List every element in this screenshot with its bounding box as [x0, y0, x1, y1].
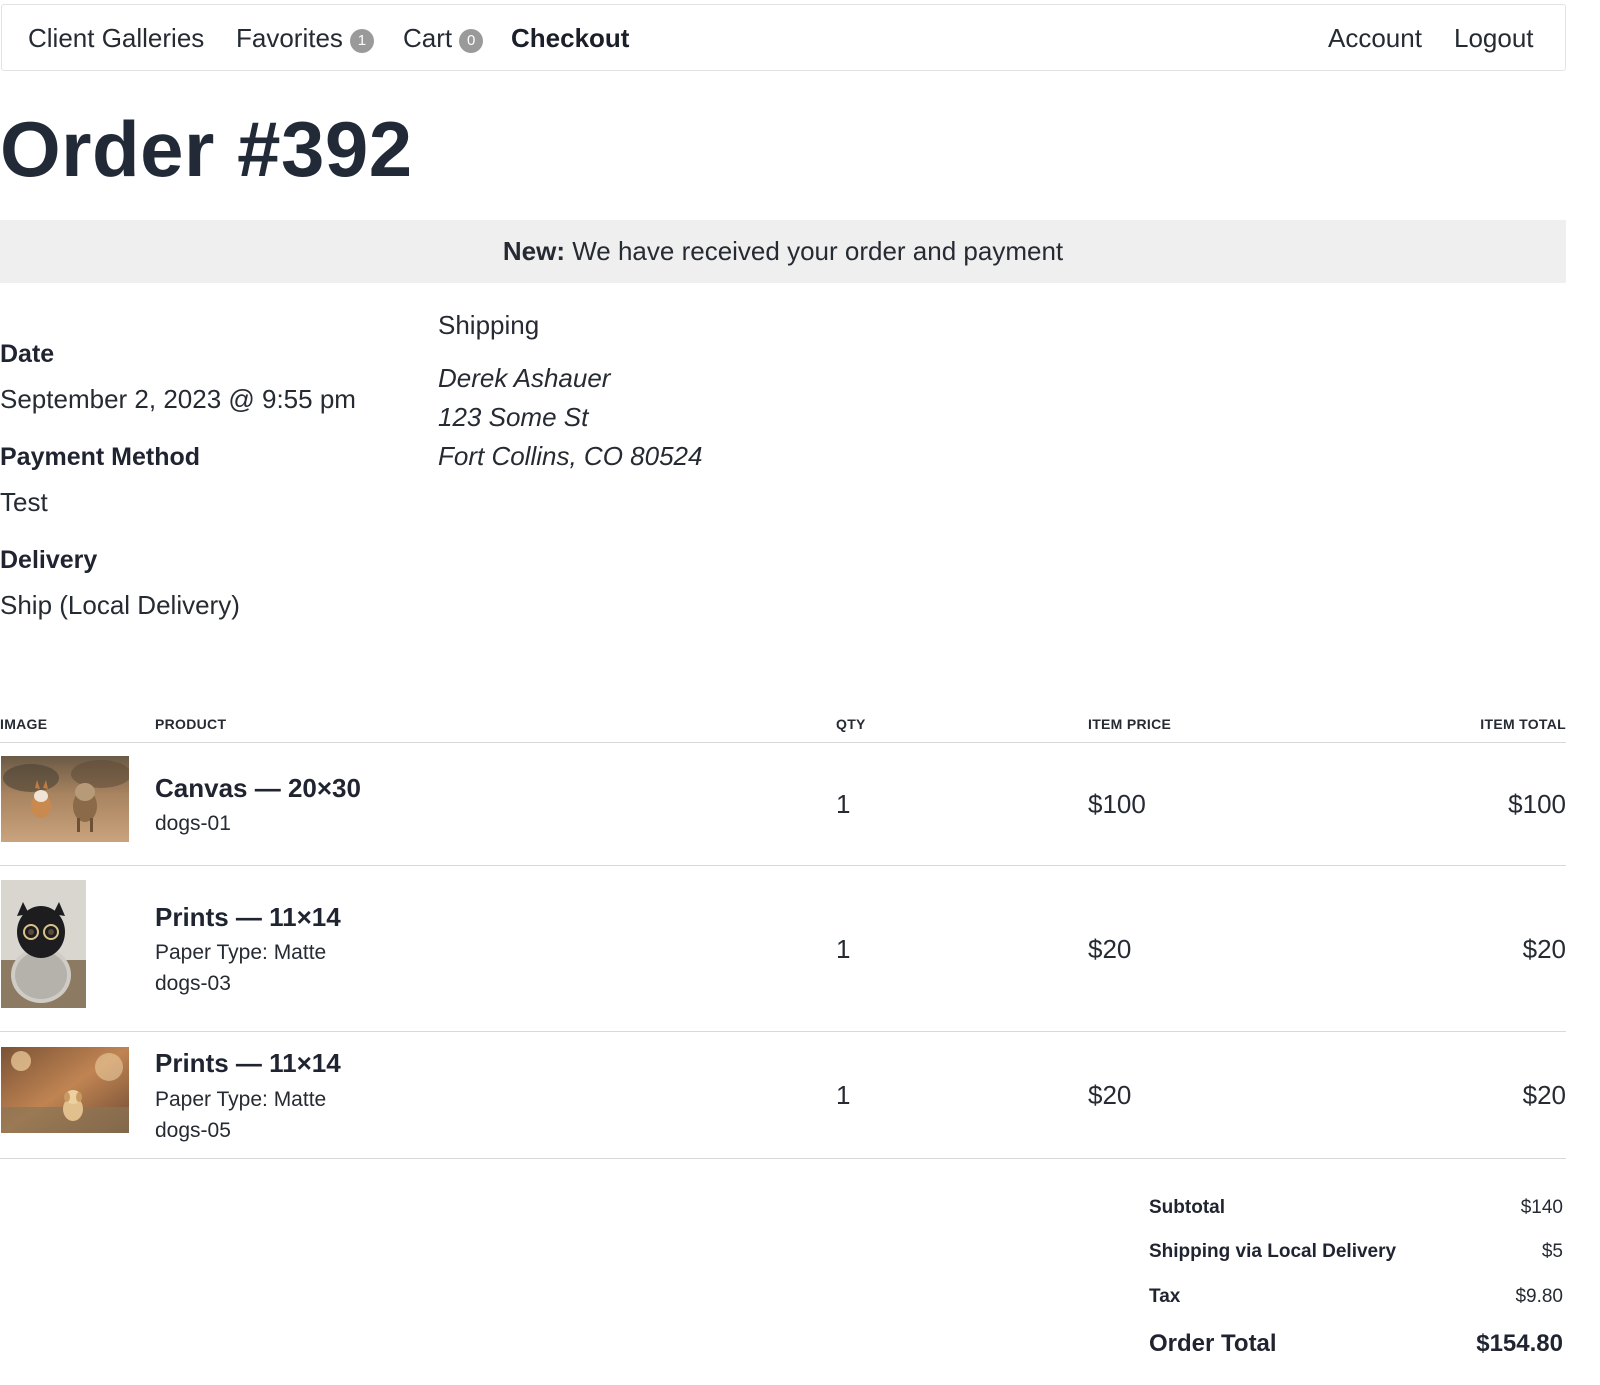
col-header-qty: QTY	[836, 716, 866, 732]
nav-logout-label: Logout	[1454, 23, 1534, 53]
product-option: Paper Type: Matte	[155, 1088, 327, 1111]
header-divider	[0, 742, 1566, 743]
delivery-value: Ship (Local Delivery)	[0, 590, 240, 620]
product-item-price: $100	[1088, 789, 1146, 819]
status-text: We have received your order and payment	[572, 236, 1064, 266]
status-label: New:	[502, 236, 565, 266]
product-name: Prints — 11×14	[155, 902, 341, 932]
top-navigation: Client Galleries Favorites 1 Cart 0 Chec…	[1, 4, 1566, 71]
product-qty: 1	[836, 1080, 851, 1110]
nav-client-galleries-label: Client Galleries	[28, 23, 205, 53]
col-header-item-total: ITEM TOTAL	[1480, 716, 1566, 732]
col-header-item-price: ITEM PRICE	[1088, 716, 1172, 732]
row-divider	[0, 865, 1566, 866]
subtotal-label: Subtotal	[1149, 1197, 1225, 1218]
nav-cart-label: Cart	[403, 23, 453, 53]
product-thumbnail[interactable]	[1, 880, 86, 1008]
nav-checkout[interactable]: Checkout	[511, 23, 629, 54]
product-item-total: $20	[1522, 1080, 1566, 1110]
col-header-product: PRODUCT	[155, 716, 227, 732]
tax-label: Tax	[1149, 1286, 1181, 1307]
shipping-city: Fort Collins, CO 80524	[438, 441, 703, 471]
subtotal-value: $140	[1520, 1197, 1563, 1218]
shipping-cost-label: Shipping via Local Delivery	[1149, 1241, 1397, 1262]
shipping-street: 123 Some St	[438, 402, 589, 432]
table-bottom-divider	[0, 1158, 1566, 1159]
delivery-label: Delivery	[0, 546, 98, 574]
order-status-notice: New: We have received your order and pay…	[0, 220, 1566, 283]
shipping-cost-value: $5	[1541, 1241, 1563, 1262]
dogs-05-photo	[1, 1047, 129, 1133]
product-file: dogs-03	[155, 972, 231, 995]
nav-account[interactable]: Account	[1328, 23, 1422, 54]
payment-method-value: Test	[0, 487, 48, 517]
nav-favorites[interactable]: Favorites 1	[236, 23, 374, 54]
product-name: Canvas — 20×30	[155, 773, 361, 803]
shipping-name: Derek Ashauer	[438, 363, 611, 393]
product-item-total: $20	[1522, 934, 1566, 964]
page-title: Order #392	[0, 105, 413, 193]
nav-account-label: Account	[1328, 23, 1422, 53]
product-item-price: $20	[1088, 1080, 1132, 1110]
product-name: Prints — 11×14	[155, 1048, 341, 1078]
product-item-total: $100	[1508, 789, 1566, 819]
nav-logout[interactable]: Logout	[1454, 23, 1534, 54]
product-file: dogs-05	[155, 1119, 231, 1142]
nav-cart[interactable]: Cart 0	[403, 23, 484, 54]
product-qty: 1	[836, 934, 851, 964]
nav-checkout-label: Checkout	[511, 23, 630, 53]
row-divider	[0, 1031, 1566, 1032]
product-qty: 1	[836, 789, 851, 819]
shipping-heading: Shipping	[438, 310, 540, 340]
order-total-value: $154.80	[1476, 1330, 1563, 1357]
date-value: September 2, 2023 @ 9:55 pm	[0, 384, 356, 414]
dogs-01-photo	[1, 756, 129, 842]
cart-count-badge: 0	[459, 28, 484, 53]
col-header-image: IMAGE	[0, 716, 48, 732]
product-file: dogs-01	[155, 812, 231, 835]
product-thumbnail[interactable]	[1, 756, 129, 842]
order-total-label: Order Total	[1149, 1330, 1277, 1357]
tax-value: $9.80	[1515, 1286, 1563, 1307]
product-item-price: $20	[1088, 934, 1132, 964]
nav-client-galleries[interactable]: Client Galleries	[28, 23, 204, 54]
favorites-count-badge: 1	[349, 28, 374, 53]
payment-method-label: Payment Method	[0, 443, 201, 471]
product-option: Paper Type: Matte	[155, 941, 327, 964]
dogs-03-photo	[1, 880, 86, 1008]
nav-favorites-label: Favorites	[236, 23, 343, 53]
date-label: Date	[0, 340, 55, 368]
product-thumbnail[interactable]	[1, 1047, 129, 1133]
